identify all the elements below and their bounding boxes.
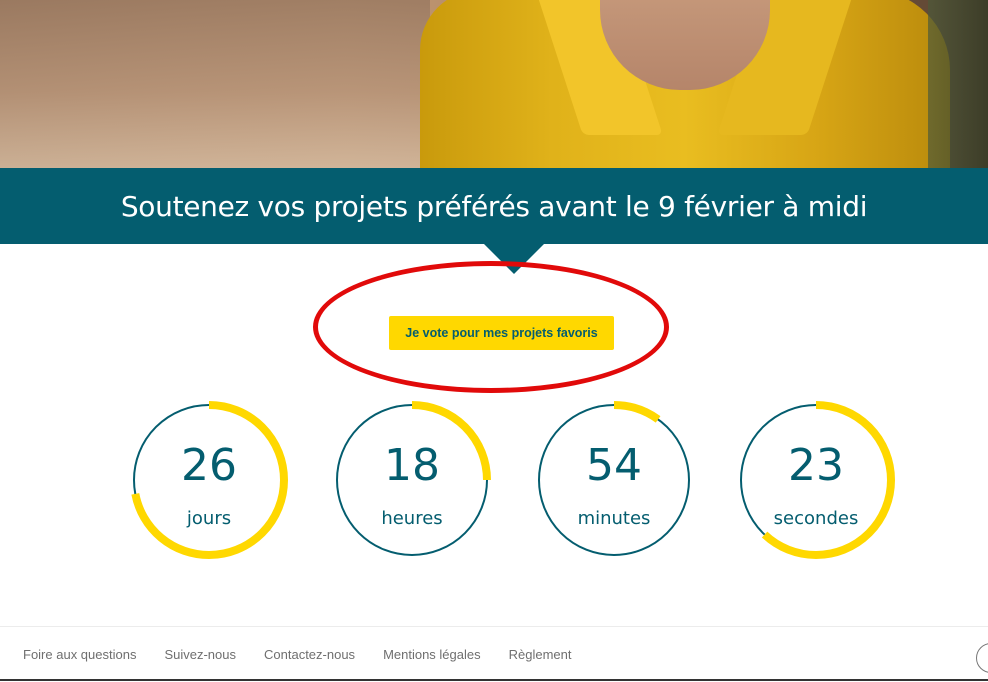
countdown-unit: heures	[381, 508, 443, 529]
countdown-value: 26	[181, 440, 237, 491]
footer-links: Foire aux questions Suivez-nous Contacte…	[23, 647, 600, 662]
hero-plant	[928, 0, 988, 168]
countdown-value: 23	[788, 440, 844, 491]
countdown-value: 54	[586, 440, 642, 491]
hero-photo	[0, 0, 988, 168]
countdown-minutes: 54 minutes	[532, 398, 696, 562]
footer-link-contact[interactable]: Contactez-nous	[264, 647, 355, 662]
scroll-top-button[interactable]: ⌃	[976, 643, 988, 673]
hero-background	[0, 0, 430, 168]
countdown-unit: minutes	[577, 508, 651, 529]
footer-link-follow[interactable]: Suivez-nous	[164, 647, 236, 662]
footer: Foire aux questions Suivez-nous Contacte…	[0, 626, 988, 682]
page-title: Soutenez vos projets préférés avant le 9…	[120, 189, 868, 223]
footer-link-faq[interactable]: Foire aux questions	[23, 647, 136, 662]
footer-link-legal[interactable]: Mentions légales	[383, 647, 481, 662]
countdown-value: 18	[384, 440, 440, 491]
footer-link-rules[interactable]: Règlement	[509, 647, 572, 662]
annotation-ellipse	[313, 261, 669, 393]
countdown-hours: 18 heures	[330, 398, 494, 562]
countdown-days: 26 jours	[127, 398, 291, 562]
countdown-seconds: 23 secondes	[734, 398, 898, 562]
countdown-unit: jours	[186, 508, 232, 529]
countdown-unit: secondes	[773, 508, 859, 529]
headline-banner: Soutenez vos projets préférés avant le 9…	[0, 168, 988, 244]
